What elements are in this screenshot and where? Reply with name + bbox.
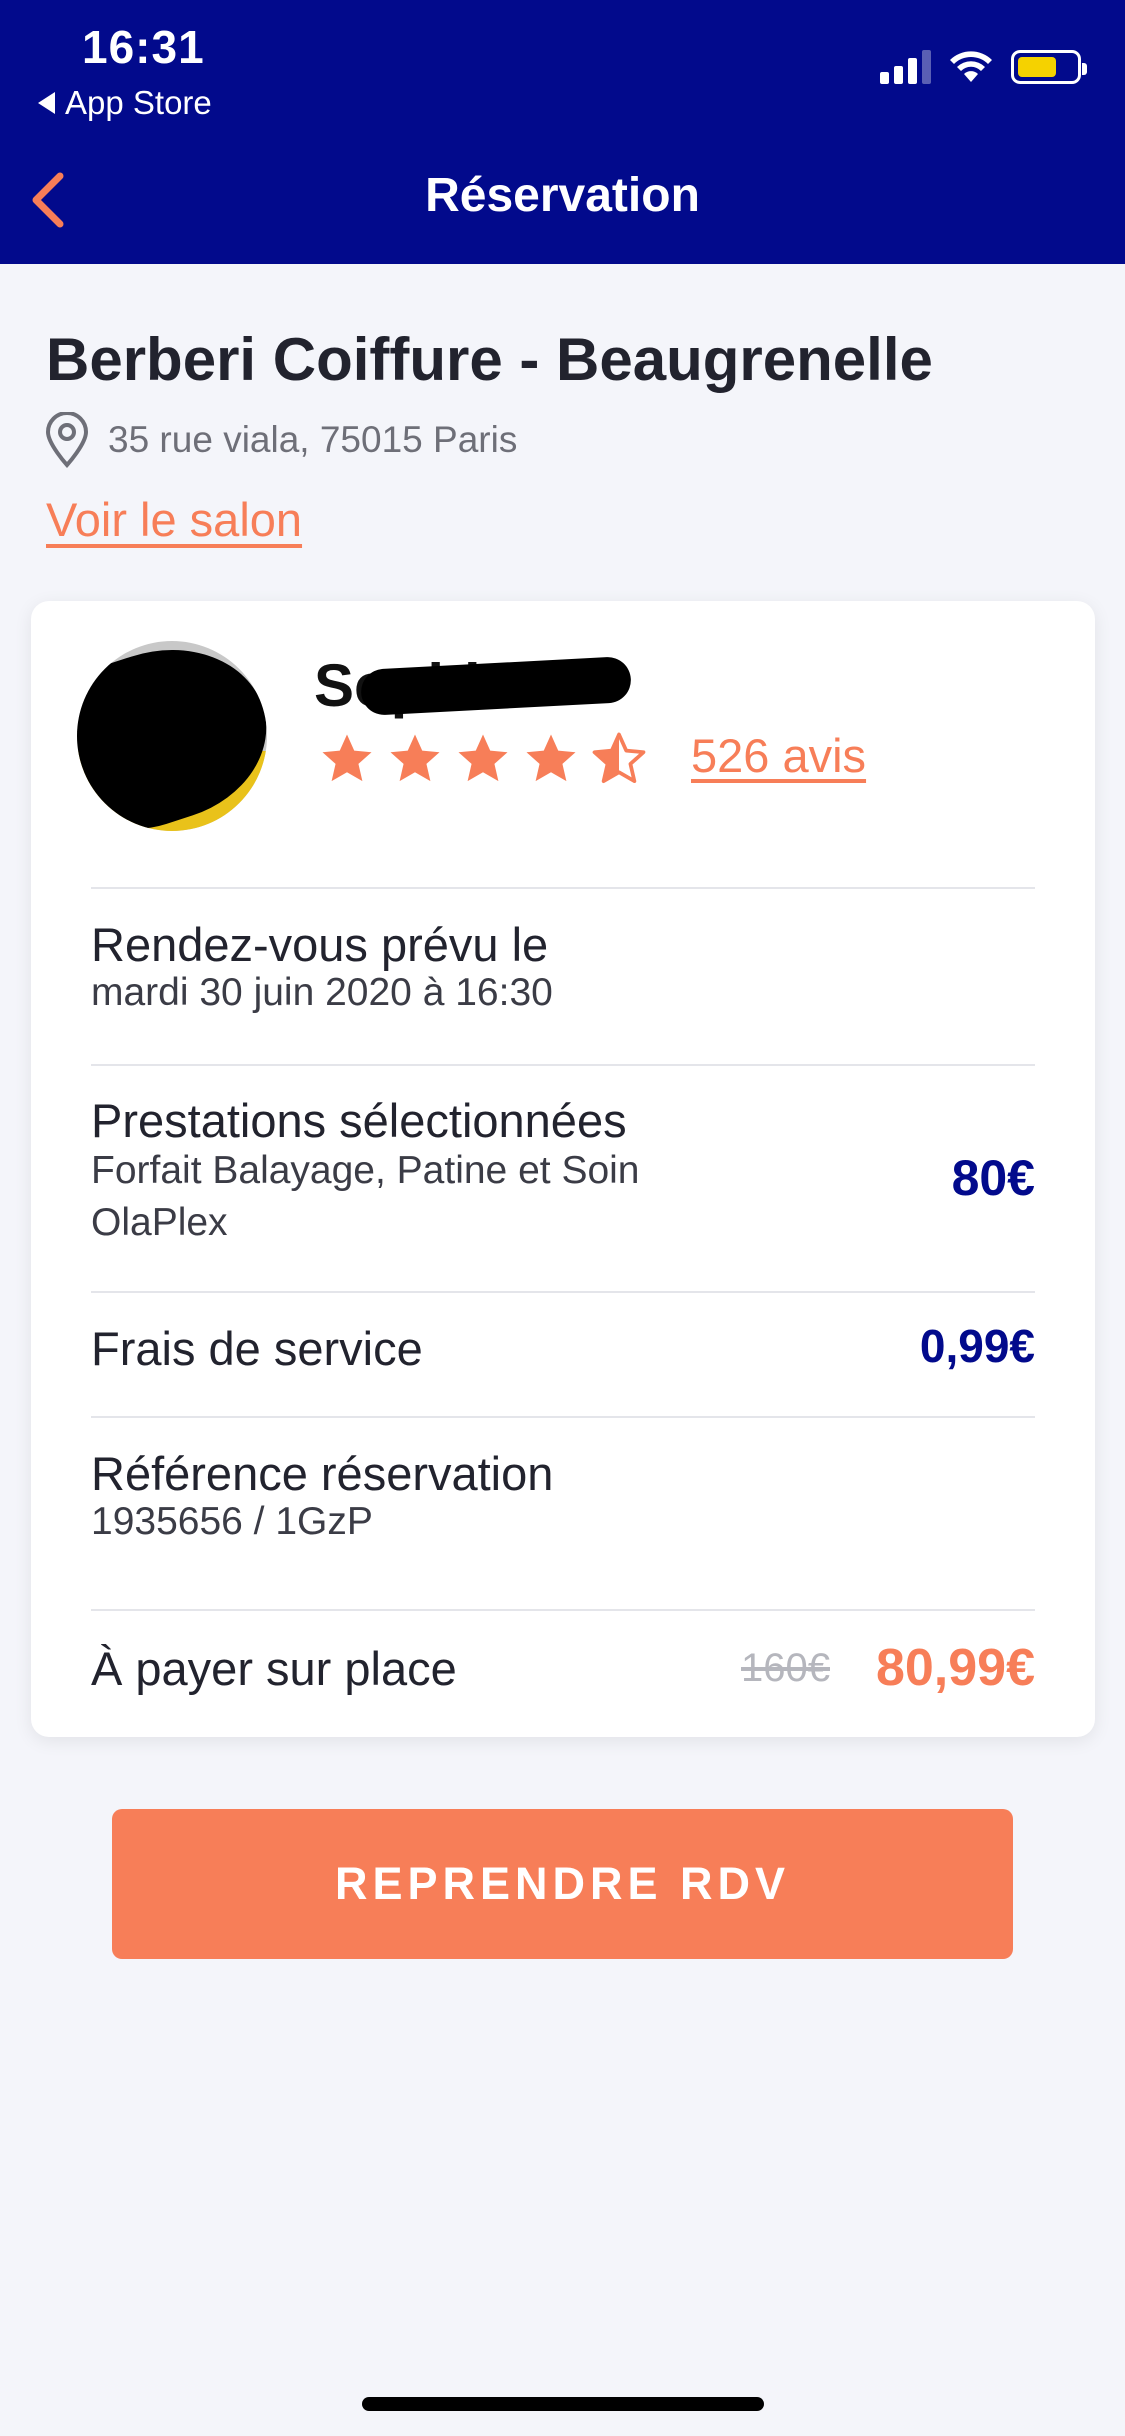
divider <box>91 887 1035 889</box>
reservation-card: Sophie 526 avis Rendez-vous prévu le mar… <box>31 601 1095 1737</box>
appointment-date: mardi 30 juin 2020 à 16:30 <box>91 971 553 1014</box>
rebook-button[interactable]: REPRENDRE RDV <box>112 1809 1013 1959</box>
star-full-icon <box>526 734 576 782</box>
stylist-avatar <box>77 641 267 831</box>
location-pin-icon <box>45 412 89 468</box>
reference-value: 1935656 / 1GzP <box>91 1500 373 1543</box>
back-app-label: App Store <box>65 84 212 121</box>
star-full-icon <box>458 734 508 782</box>
divider <box>91 1291 1035 1293</box>
status-icons <box>880 50 1087 84</box>
fee-price: 0,99€ <box>919 1320 1035 1372</box>
salon-name: Berberi Coiffure - Beaugrenelle <box>46 326 933 393</box>
fee-title: Frais de service <box>91 1322 423 1375</box>
home-indicator[interactable] <box>362 2397 764 2411</box>
page-title: Réservation <box>425 169 700 222</box>
star-half-icon <box>592 732 646 784</box>
services-line-1: Forfait Balayage, Patine et Soin <box>91 1149 640 1192</box>
battery-icon <box>1011 50 1087 84</box>
cellular-signal-icon <box>880 50 931 84</box>
star-full-icon <box>390 734 440 782</box>
services-line-2: OlaPlex <box>91 1201 228 1244</box>
app-header: 16:31 App Store Réservation <box>0 0 1125 264</box>
address-text: 35 rue viala, 75015 Paris <box>108 419 518 460</box>
salon-address: 35 rue viala, 75015 Paris <box>44 412 517 468</box>
divider <box>91 1064 1035 1066</box>
view-salon-link[interactable]: Voir le salon <box>46 492 302 547</box>
total-title: À payer sur place <box>91 1642 457 1695</box>
rating-stars <box>319 731 647 787</box>
divider <box>91 1609 1035 1611</box>
reviews-link[interactable]: 526 avis <box>691 728 866 783</box>
total-price: 80,99€ <box>875 1639 1035 1697</box>
divider <box>91 1416 1035 1418</box>
back-to-app-store[interactable]: App Store <box>38 84 212 122</box>
appointment-title: Rendez-vous prévu le <box>91 918 549 971</box>
star-full-icon <box>322 734 372 782</box>
services-title: Prestations sélectionnées <box>91 1094 627 1147</box>
services-price: 80€ <box>951 1150 1035 1206</box>
status-time: 16:31 <box>82 21 205 73</box>
wifi-icon <box>950 51 992 82</box>
reference-title: Référence réservation <box>91 1447 554 1500</box>
back-triangle-icon <box>38 92 55 114</box>
old-price: 160€ <box>741 1646 830 1690</box>
